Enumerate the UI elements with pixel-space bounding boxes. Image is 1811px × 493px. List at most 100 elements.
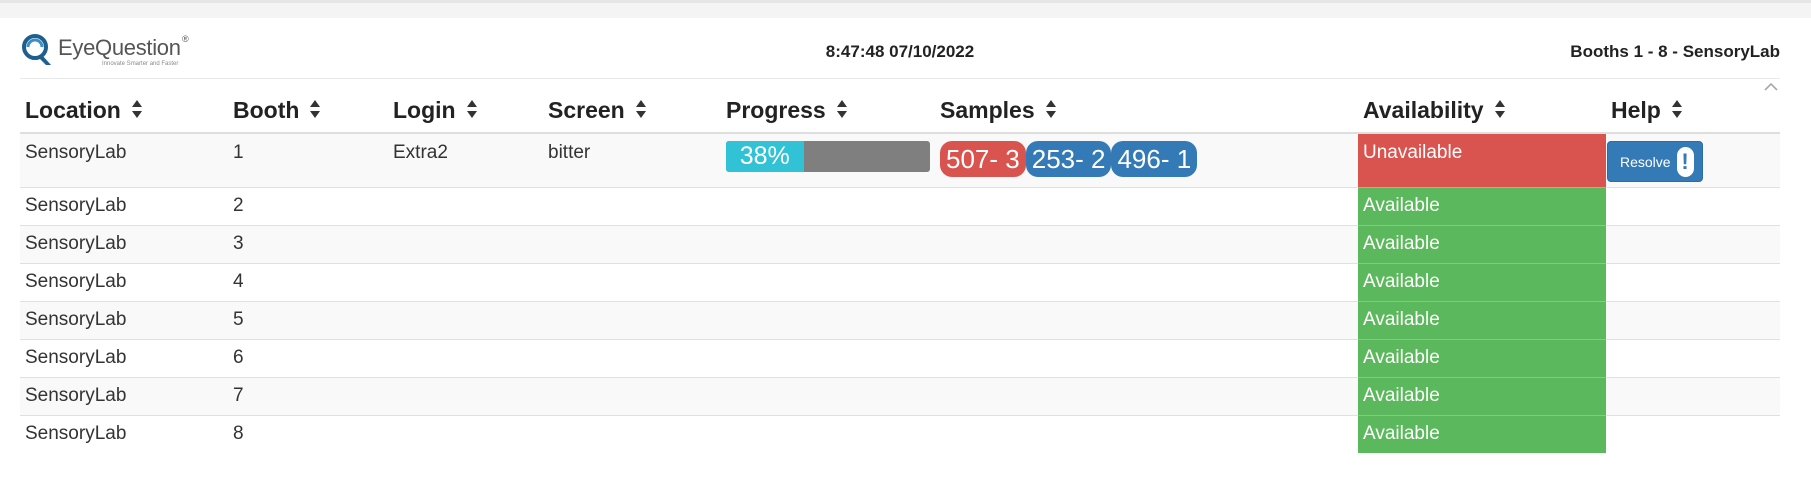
cell-location: SensoryLab [20, 186, 228, 225]
availability-status: Available [1358, 224, 1606, 263]
cell-progress [721, 376, 935, 415]
cell-location: SensoryLab [20, 414, 228, 453]
column-header-login[interactable]: Login [388, 88, 543, 134]
availability-status: Unavailable [1358, 132, 1606, 187]
availability-status: Available [1358, 186, 1606, 225]
table-row: SensoryLab 3 Available [20, 224, 1780, 263]
cell-login [388, 224, 543, 263]
page-header: EyeQuestion Innovate Smarter and Faster … [20, 22, 1780, 79]
sort-icon [635, 100, 646, 119]
booths-title: Booths 1 - 8 - SensoryLab [1570, 42, 1780, 61]
column-header-location[interactable]: Location [20, 88, 228, 134]
cell-samples [935, 414, 1358, 453]
cell-booth: 8 [228, 414, 388, 453]
cell-help [1606, 414, 1780, 453]
cell-samples [935, 224, 1358, 263]
sort-icon [1494, 100, 1505, 119]
cell-location: SensoryLab [20, 132, 228, 187]
cell-screen [543, 414, 721, 453]
table-row: SensoryLab 7 Available [20, 376, 1780, 415]
cell-help [1606, 338, 1780, 377]
cell-location: SensoryLab [20, 300, 228, 339]
booths-table: Location Booth Login Screen Progress Samples A… [20, 88, 1780, 453]
cell-login [388, 376, 543, 415]
column-header-label: Samples [940, 96, 1035, 123]
column-header-samples[interactable]: Samples [935, 88, 1358, 134]
column-header-label: Booth [233, 96, 300, 123]
availability-status: Available [1358, 376, 1606, 415]
samples-badges: 507- 3 253- 2 496- 1 [940, 141, 1358, 177]
table-row: SensoryLab 4 Available [20, 262, 1780, 301]
cell-login: Extra2 [388, 132, 543, 187]
column-header-label: Progress [726, 96, 826, 123]
table-row: SensoryLab 1 Extra2 bitter 38% 507- 3 253- 2 49… [20, 132, 1780, 187]
availability-status: Available [1358, 338, 1606, 377]
column-header-label: Screen [548, 96, 625, 123]
cell-samples [935, 376, 1358, 415]
cell-screen [543, 376, 721, 415]
cell-samples [935, 186, 1358, 225]
table-row: SensoryLab 2 Available [20, 186, 1780, 225]
sample-badge: 496- 1 [1111, 141, 1198, 177]
cell-booth: 6 [228, 338, 388, 377]
cell-progress [721, 300, 935, 339]
cell-location: SensoryLab [20, 224, 228, 263]
cell-login [388, 414, 543, 453]
cell-progress [721, 224, 935, 263]
table-row: SensoryLab 5 Available [20, 300, 1780, 339]
sort-icon [310, 100, 321, 119]
cell-login [388, 338, 543, 377]
sample-badge: 253- 2 [1025, 141, 1112, 177]
cell-location: SensoryLab [20, 376, 228, 415]
cell-location: SensoryLab [20, 338, 228, 377]
exclamation-icon: ! [1676, 146, 1694, 177]
cell-help [1606, 224, 1780, 263]
cell-login [388, 186, 543, 225]
cell-booth: 7 [228, 376, 388, 415]
sort-icon [1045, 100, 1056, 119]
progress-bar-fill: 38% [726, 141, 804, 172]
cell-booth: 4 [228, 262, 388, 301]
cell-booth: 5 [228, 300, 388, 339]
cell-help [1606, 300, 1780, 339]
cell-screen [543, 338, 721, 377]
cell-location: SensoryLab [20, 262, 228, 301]
column-header-help[interactable]: Help [1606, 88, 1780, 134]
column-header-screen[interactable]: Screen [543, 88, 721, 134]
progress-bar: 38% [726, 141, 930, 172]
column-header-availability[interactable]: Availability [1358, 88, 1606, 134]
column-header-label: Login [393, 96, 456, 123]
cell-help: Resolve! [1606, 132, 1780, 187]
column-header-progress[interactable]: Progress [721, 88, 935, 134]
cell-progress [721, 338, 935, 377]
availability-status: Available [1358, 414, 1606, 453]
column-header-booth[interactable]: Booth [228, 88, 388, 134]
cell-samples [935, 338, 1358, 377]
top-border [0, 0, 1811, 3]
table-row: SensoryLab 8 Available [20, 414, 1780, 453]
column-header-label: Help [1611, 96, 1661, 123]
cell-help [1606, 262, 1780, 301]
cell-samples: 507- 3 253- 2 496- 1 [935, 132, 1358, 187]
cell-progress [721, 186, 935, 225]
cell-booth: 1 [228, 132, 388, 187]
sort-icon [466, 100, 477, 119]
sort-icon [1671, 100, 1682, 119]
cell-help [1606, 376, 1780, 415]
cell-samples [935, 262, 1358, 301]
cell-screen [543, 300, 721, 339]
sort-icon [836, 100, 847, 119]
column-header-label: Availability [1363, 96, 1484, 123]
resolve-button-label: Resolve [1620, 153, 1671, 170]
table-row: SensoryLab 6 Available [20, 338, 1780, 377]
clock: 8:47:48 07/10/2022 [825, 42, 975, 61]
cell-login [388, 300, 543, 339]
cell-screen [543, 262, 721, 301]
table-header-row: Location Booth Login Screen Progress Samples A… [20, 88, 1780, 134]
sample-badge: 507- 3 [940, 141, 1026, 177]
resolve-button[interactable]: Resolve! [1607, 141, 1703, 182]
cell-samples [935, 300, 1358, 339]
cell-screen: bitter [543, 132, 721, 187]
cell-screen [543, 224, 721, 263]
column-header-label: Location [25, 96, 121, 123]
